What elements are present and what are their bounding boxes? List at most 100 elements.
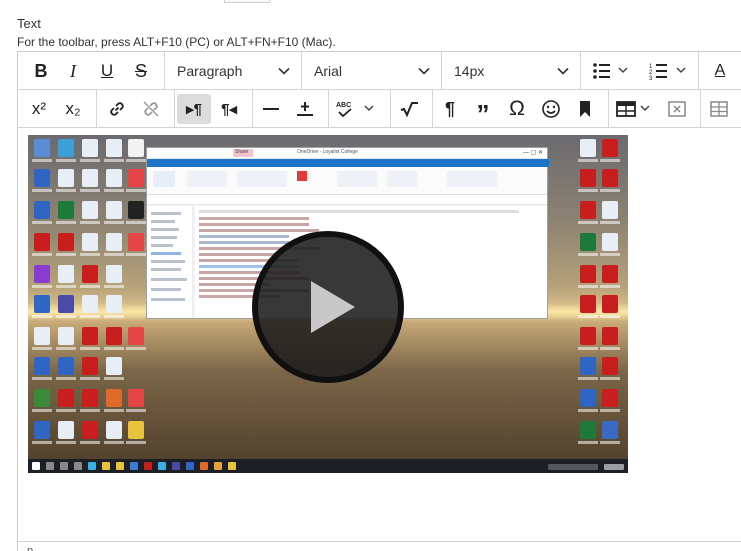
video-play-button[interactable] [252,231,404,383]
desktop-icon [126,327,146,350]
italic-button[interactable]: I [58,56,88,86]
font-size-select[interactable]: 14px [442,52,581,90]
taskbar-icon [46,462,54,470]
remove-link-button[interactable] [136,94,166,124]
strikethrough-button[interactable]: S [126,56,156,86]
file-row [199,241,289,244]
ribbon-group [337,171,377,187]
desktop-icon [80,265,100,288]
chevron-down-icon [557,67,569,75]
bullet-list-button[interactable] [588,56,634,86]
desktop-icon [56,421,76,444]
desktop-icon [600,169,620,192]
desktop-icon [578,201,598,224]
horizontal-line-button[interactable] [256,94,286,124]
math-equation-button[interactable] [394,94,424,124]
horizontal-line-icon [263,108,279,110]
explorer-nav-pane [147,206,193,318]
desktop-icon [32,421,52,444]
text-color-button[interactable]: A [704,56,736,86]
file-row [199,229,319,232]
desktop-icon [80,169,100,192]
embedded-video[interactable]: Share OneDrive - Loyalist College — ▢ ✕ [28,135,628,473]
desktop-icon [600,233,620,256]
element-path[interactable]: p [27,545,33,551]
desktop-icon [80,421,100,444]
table-grid-icon [710,101,728,117]
explorer-share-tab-label: Share [235,149,249,155]
desktop-icon [56,357,76,380]
desktop-icon [578,421,598,444]
desktop-icon [56,139,76,162]
nav-row [151,288,181,291]
taskbar-icon [200,462,208,470]
nav-row [151,236,177,239]
superscript-button[interactable]: x² [24,94,54,124]
top-tab-edge [224,0,270,3]
desktop-icon [600,201,620,224]
delete-table-button[interactable] [662,94,692,124]
desktop-icon [104,139,124,162]
desktop-icon [578,389,598,412]
taskbar-icon [88,462,96,470]
desktop-icon [56,201,76,224]
desktop-icon [104,389,124,412]
desktop-icon [104,169,124,192]
desktop-icon [56,295,76,318]
desktop-icon [600,265,620,288]
bookmark-button[interactable] [570,94,600,124]
font-family-select[interactable]: Arial [302,52,442,90]
insert-link-button[interactable] [102,94,132,124]
special-character-button[interactable]: Ω [502,94,532,124]
explorer-title-bar: Share OneDrive - Loyalist College — ▢ ✕ [147,148,547,159]
numbered-list-button[interactable]: 1 2 3 [646,56,692,86]
table-properties-button[interactable] [704,94,734,124]
desktop-icon [56,265,76,288]
taskbar-icon [172,462,180,470]
taskbar-icon [144,462,152,470]
desktop-icon [56,233,76,256]
desktop-icon [578,139,598,162]
desktop-icon [578,295,598,318]
taskbar-clock [604,464,624,470]
toolbar-separator [390,90,391,128]
desktop-icon [126,389,146,412]
desktop-icon [80,233,100,256]
ribbon-group [387,171,417,187]
toolbar-row-1: B I U S Paragraph Arial 14px 1 2 3 A [18,52,741,90]
desktop-icon [56,389,76,412]
toolbar-row-2: x² x₂ ▸¶ ¶◂ ABC ¶ ” Ω [18,90,741,129]
subscript-button[interactable]: x₂ [58,94,88,124]
desktop-icon [104,201,124,224]
rtl-direction-button[interactable]: ¶◂ [214,94,244,124]
desktop-icon [104,327,124,350]
desktop-icon [32,201,52,224]
toolbar-separator [608,90,609,128]
file-row [199,217,309,220]
desktop-icon [80,327,100,350]
video-taskbar [28,459,628,473]
nav-row [151,268,181,271]
show-blocks-button[interactable]: ¶ [436,94,464,124]
desktop-icon [126,169,146,192]
insert-anchor-button[interactable] [290,94,320,124]
text-color-label: A [714,62,726,79]
file-row [199,223,309,226]
explorer-address-bar [147,195,547,205]
insert-table-button[interactable] [612,94,658,124]
block-format-select[interactable]: Paragraph [165,52,302,90]
emoticon-button[interactable] [536,94,566,124]
ltr-direction-button[interactable]: ▸¶ [177,94,211,124]
taskbar-icon [214,462,222,470]
editor-content[interactable]: Share OneDrive - Loyalist College — ▢ ✕ [18,129,741,541]
desktop-icon [104,265,124,288]
toolbar-separator [432,90,433,128]
desktop-icon [126,233,146,256]
spellcheck-button[interactable]: ABC [332,94,382,124]
bold-button[interactable]: B [26,56,56,86]
window-controls: — ▢ ✕ [522,150,543,156]
desktop-icon [80,357,100,380]
underline-button[interactable]: U [92,56,122,86]
blockquote-button[interactable]: ” [468,94,498,129]
nav-row [151,298,185,301]
